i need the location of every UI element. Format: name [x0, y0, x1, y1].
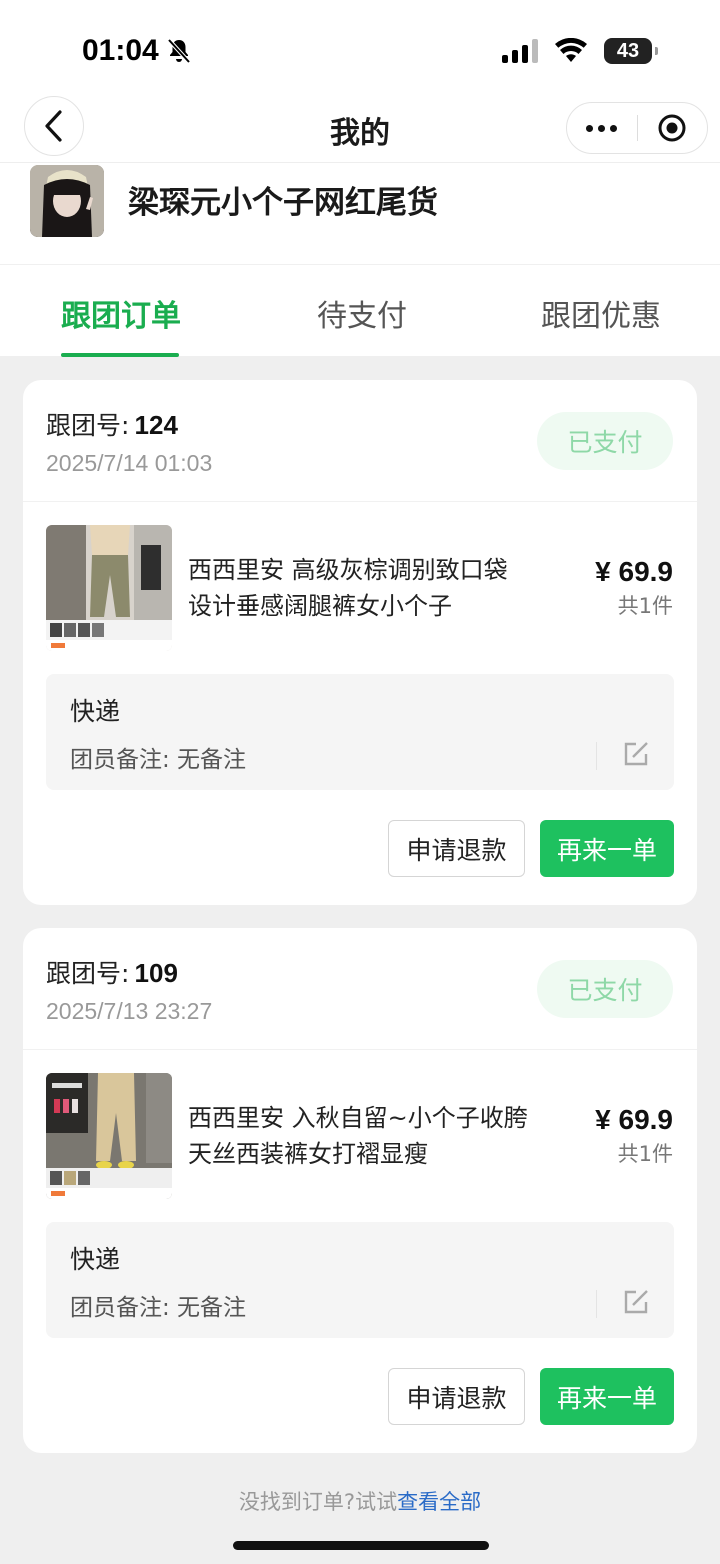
delivery-info: 快递 团员备注: 无备注 [46, 1222, 674, 1338]
order-card: 跟团号: 124 2025/7/14 01:03 已支付 西西里安 高级灰棕调别… [23, 380, 697, 905]
tab-group-orders[interactable]: 跟团订单 [61, 291, 181, 335]
refund-button[interactable]: 申请退款 [388, 820, 525, 877]
reorder-button[interactable]: 再来一单 [540, 820, 674, 877]
cellular-signal-icon [502, 39, 538, 63]
edit-icon[interactable] [622, 740, 650, 768]
tab-group-discounts[interactable]: 跟团优惠 [541, 291, 661, 335]
nav-bar: 我的 [0, 96, 720, 162]
order-card: 跟团号: 109 2025/7/13 23:27 已支付 西西里安 入秋自留~小… [23, 928, 697, 1453]
order-time: 2025/7/14 01:03 [46, 450, 213, 476]
status-badge: 已支付 [537, 412, 673, 470]
delivery-info: 快递 团员备注: 无备注 [46, 674, 674, 790]
more-dots-icon [586, 124, 594, 132]
edit-icon[interactable] [622, 1288, 650, 1316]
order-no-label: 跟团号: [46, 411, 130, 440]
battery-icon: 43 [604, 38, 658, 64]
order-price: ¥ 69.9 [595, 556, 673, 587]
order-quantity: 共1件 [617, 1142, 673, 1166]
home-indicator[interactable] [233, 1541, 489, 1550]
active-tab-indicator [61, 353, 179, 357]
status-badge: 已支付 [537, 960, 673, 1018]
refund-button[interactable]: 申请退款 [388, 1368, 525, 1425]
order-tabs: 跟团订单 待支付 跟团优惠 [0, 264, 720, 357]
product-thumbnail[interactable] [46, 1073, 172, 1199]
order-price: ¥ 69.9 [595, 1104, 673, 1135]
reorder-button[interactable]: 再来一单 [540, 1368, 674, 1425]
more-button[interactable] [567, 103, 637, 153]
footer-hint: 没找到订单?试试查看全部 [0, 1486, 720, 1516]
product-title[interactable]: 西西里安 高级灰棕调别致口袋设计垂感阔腿裤女小个子 [188, 552, 528, 624]
status-bar: 01:04 43 [0, 0, 720, 96]
profile-header: 梁琛元小个子网红尾货 [0, 162, 720, 264]
delivery-method: 快递 [70, 1245, 121, 1274]
order-number: 109 [134, 958, 178, 988]
delivery-method: 快递 [70, 697, 121, 726]
footer-hint-text: 没找到订单?试试 [238, 1490, 398, 1514]
view-all-link[interactable]: 查看全部 [397, 1490, 481, 1514]
bell-muted-icon [167, 38, 191, 64]
close-mini-program-button[interactable] [638, 103, 708, 153]
tab-pending-payment[interactable]: 待支付 [317, 291, 407, 335]
mini-program-capsule [566, 102, 708, 154]
order-time: 2025/7/13 23:27 [46, 998, 213, 1024]
order-quantity: 共1件 [617, 594, 673, 618]
wifi-icon [555, 38, 587, 62]
order-no-label: 跟团号: [46, 959, 130, 988]
member-remark: 团员备注: 无备注 [70, 1295, 247, 1321]
profile-name: 梁琛元小个子网红尾货 [128, 185, 438, 221]
member-remark: 团员备注: 无备注 [70, 747, 247, 773]
product-title[interactable]: 西西里安 入秋自留~小个子收胯天丝西装裤女打褶显瘦 [188, 1100, 528, 1172]
target-circle-icon [658, 114, 686, 142]
product-thumbnail[interactable] [46, 525, 172, 651]
order-number: 124 [134, 410, 178, 440]
avatar[interactable] [30, 165, 104, 237]
status-time: 01:04 [82, 34, 159, 67]
